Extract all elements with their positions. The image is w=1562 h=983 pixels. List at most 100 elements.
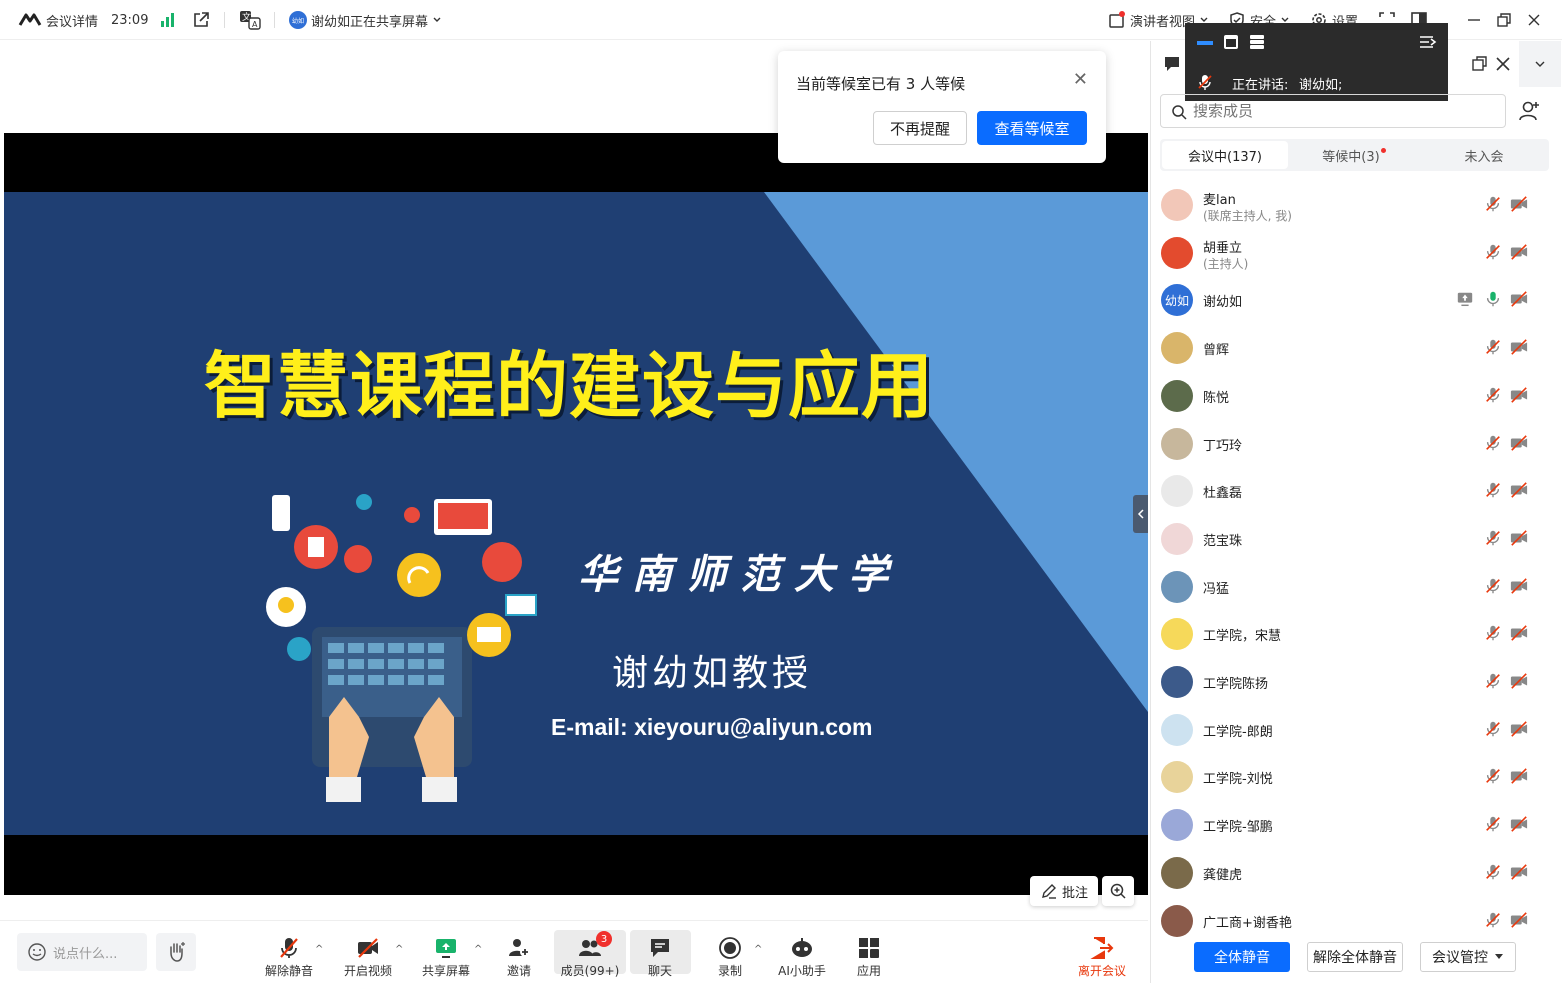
participant-row[interactable]: 工学院，宋慧 (1150, 610, 1562, 658)
camera-off-icon[interactable] (1510, 338, 1530, 358)
mic-on-icon[interactable] (1484, 290, 1504, 310)
camera-off-icon[interactable] (1510, 672, 1530, 692)
mute-all-button[interactable]: 全体静音 (1194, 942, 1290, 972)
restore-window-icon[interactable] (1496, 10, 1512, 30)
participant-row[interactable]: 范宝珠 (1150, 515, 1562, 563)
camera-off-icon[interactable] (1510, 911, 1530, 931)
expand-list-icon[interactable] (1419, 34, 1437, 50)
audio-options-icon[interactable]: ^ (315, 944, 323, 955)
camera-off-icon[interactable] (1510, 243, 1530, 263)
camera-off-icon[interactable] (1510, 434, 1530, 454)
mic-muted-icon[interactable] (1484, 672, 1504, 692)
list-view-icon[interactable] (1249, 34, 1265, 50)
apps-button[interactable]: 应用 (852, 930, 886, 978)
raise-hand-button[interactable] (156, 933, 196, 971)
mic-muted-icon[interactable] (1484, 481, 1504, 501)
meeting-details-button[interactable]: 会议详情 (18, 10, 98, 30)
camera-off-icon[interactable] (1510, 290, 1530, 310)
mic-muted-icon[interactable] (1484, 624, 1504, 644)
participant-row[interactable]: 胡垂立 (主持人) (1150, 229, 1562, 277)
dismiss-reminder-button[interactable]: 不再提醒 (873, 111, 967, 145)
participant-row[interactable]: 龚健虎 (1150, 849, 1562, 897)
participant-row[interactable]: 冯猛 (1150, 563, 1562, 611)
tab-in-meeting[interactable]: 会议中(137) (1162, 141, 1288, 169)
participant-row[interactable]: 陈悦 (1150, 372, 1562, 420)
speaker-floating-window[interactable]: 正在讲话: 谢幼如; (1185, 23, 1448, 101)
chat-button[interactable]: 聊天 (640, 930, 680, 978)
participant-row[interactable]: 幼如 谢幼如 (1150, 276, 1562, 324)
camera-off-icon[interactable] (1510, 529, 1530, 549)
zoom-in-button[interactable] (1102, 876, 1134, 906)
participant-row[interactable]: 丁巧玲 (1150, 420, 1562, 468)
chat-bubble-icon[interactable] (1163, 55, 1183, 77)
unmute-all-button[interactable]: 解除全体静音 (1307, 942, 1403, 972)
participant-row[interactable]: 广工商+谢香艳 (1150, 897, 1562, 945)
network-signal-icon[interactable] (160, 10, 176, 30)
unmute-button[interactable]: 解除静音 (264, 930, 314, 978)
start-video-button[interactable]: 开启视频 (342, 930, 394, 978)
participant-row[interactable]: 工学院-刘悦 (1150, 753, 1562, 801)
mic-muted-icon[interactable] (1484, 386, 1504, 406)
camera-off-icon[interactable] (1510, 720, 1530, 740)
camera-off-icon[interactable] (1510, 767, 1530, 787)
participant-row[interactable]: 杜鑫磊 (1150, 467, 1562, 515)
participant-name: 工学院-邹鹏 (1203, 820, 1273, 836)
camera-off-icon[interactable] (1510, 577, 1530, 597)
video-options-icon[interactable]: ^ (395, 944, 403, 955)
meeting-time: 23:09 (111, 12, 149, 28)
panel-menu-dropdown[interactable] (1519, 41, 1561, 87)
camera-off-icon[interactable] (1510, 863, 1530, 883)
mic-muted-icon[interactable] (1484, 529, 1504, 549)
tab-waiting[interactable]: 等候中(3) (1290, 139, 1418, 171)
mic-muted-icon[interactable] (1484, 243, 1504, 263)
mic-muted-icon[interactable] (1484, 434, 1504, 454)
avatar (1161, 427, 1193, 460)
leave-meeting-button[interactable]: 离开会议 (1076, 930, 1128, 978)
participant-row[interactable]: 曾辉 (1150, 324, 1562, 372)
add-member-icon[interactable] (1518, 99, 1542, 127)
members-button[interactable]: 成员(99+) (558, 930, 622, 978)
share-screen-button[interactable]: 共享屏幕 (420, 930, 472, 978)
translate-icon[interactable]: 文A (239, 10, 261, 30)
participant-row[interactable]: 麦lan (联席主持人, 我) (1150, 181, 1562, 229)
pop-out-panel-icon[interactable] (1470, 55, 1488, 77)
close-icon[interactable]: ✕ (1073, 69, 1088, 90)
participant-row[interactable]: 工学院陈扬 (1150, 658, 1562, 706)
avatar: 幼如 (1161, 284, 1193, 317)
search-members-box[interactable] (1160, 94, 1506, 128)
mic-muted-icon[interactable] (1484, 911, 1504, 931)
participant-row[interactable]: 工学院-邹鹏 (1150, 801, 1562, 849)
invite-button[interactable]: 邀请 (502, 930, 536, 978)
sharing-status-dropdown[interactable]: 幼如 谢幼如正在共享屏幕 (289, 10, 442, 30)
record-options-icon[interactable]: ^ (754, 944, 762, 955)
mic-muted-icon[interactable] (1484, 338, 1504, 358)
annotate-button[interactable]: 批注 (1030, 876, 1098, 906)
meeting-control-dropdown[interactable]: 会议管控 (1420, 942, 1516, 972)
view-waiting-room-button[interactable]: 查看等候室 (977, 111, 1087, 145)
open-external-icon[interactable] (192, 10, 210, 30)
participant-row[interactable]: 工学院-郎朗 (1150, 706, 1562, 754)
ai-assistant-button[interactable]: AI小助手 (776, 930, 828, 978)
mic-muted-icon[interactable] (1484, 195, 1504, 215)
close-window-icon[interactable] (1526, 10, 1542, 30)
mic-muted-icon[interactable] (1484, 720, 1504, 740)
minimize-speaker-icon[interactable] (1197, 41, 1213, 45)
close-panel-icon[interactable] (1494, 55, 1512, 77)
camera-off-icon[interactable] (1510, 386, 1530, 406)
record-button[interactable]: 录制 (712, 930, 748, 978)
search-input[interactable] (1193, 100, 1493, 122)
collapse-panel-handle[interactable] (1133, 495, 1148, 533)
camera-off-icon[interactable] (1510, 195, 1530, 215)
minimize-icon[interactable] (1466, 10, 1482, 30)
single-view-icon[interactable] (1223, 34, 1239, 50)
mic-muted-icon[interactable] (1484, 577, 1504, 597)
quick-chat-box[interactable]: 说点什么... (17, 933, 147, 971)
mic-muted-icon[interactable] (1484, 767, 1504, 787)
camera-off-icon[interactable] (1510, 481, 1530, 501)
mic-muted-icon[interactable] (1484, 815, 1504, 835)
camera-off-icon[interactable] (1510, 624, 1530, 644)
camera-off-icon[interactable] (1510, 815, 1530, 835)
share-options-icon[interactable]: ^ (474, 944, 482, 955)
tab-not-joined[interactable]: 未入会 (1420, 139, 1548, 171)
mic-muted-icon[interactable] (1484, 863, 1504, 883)
